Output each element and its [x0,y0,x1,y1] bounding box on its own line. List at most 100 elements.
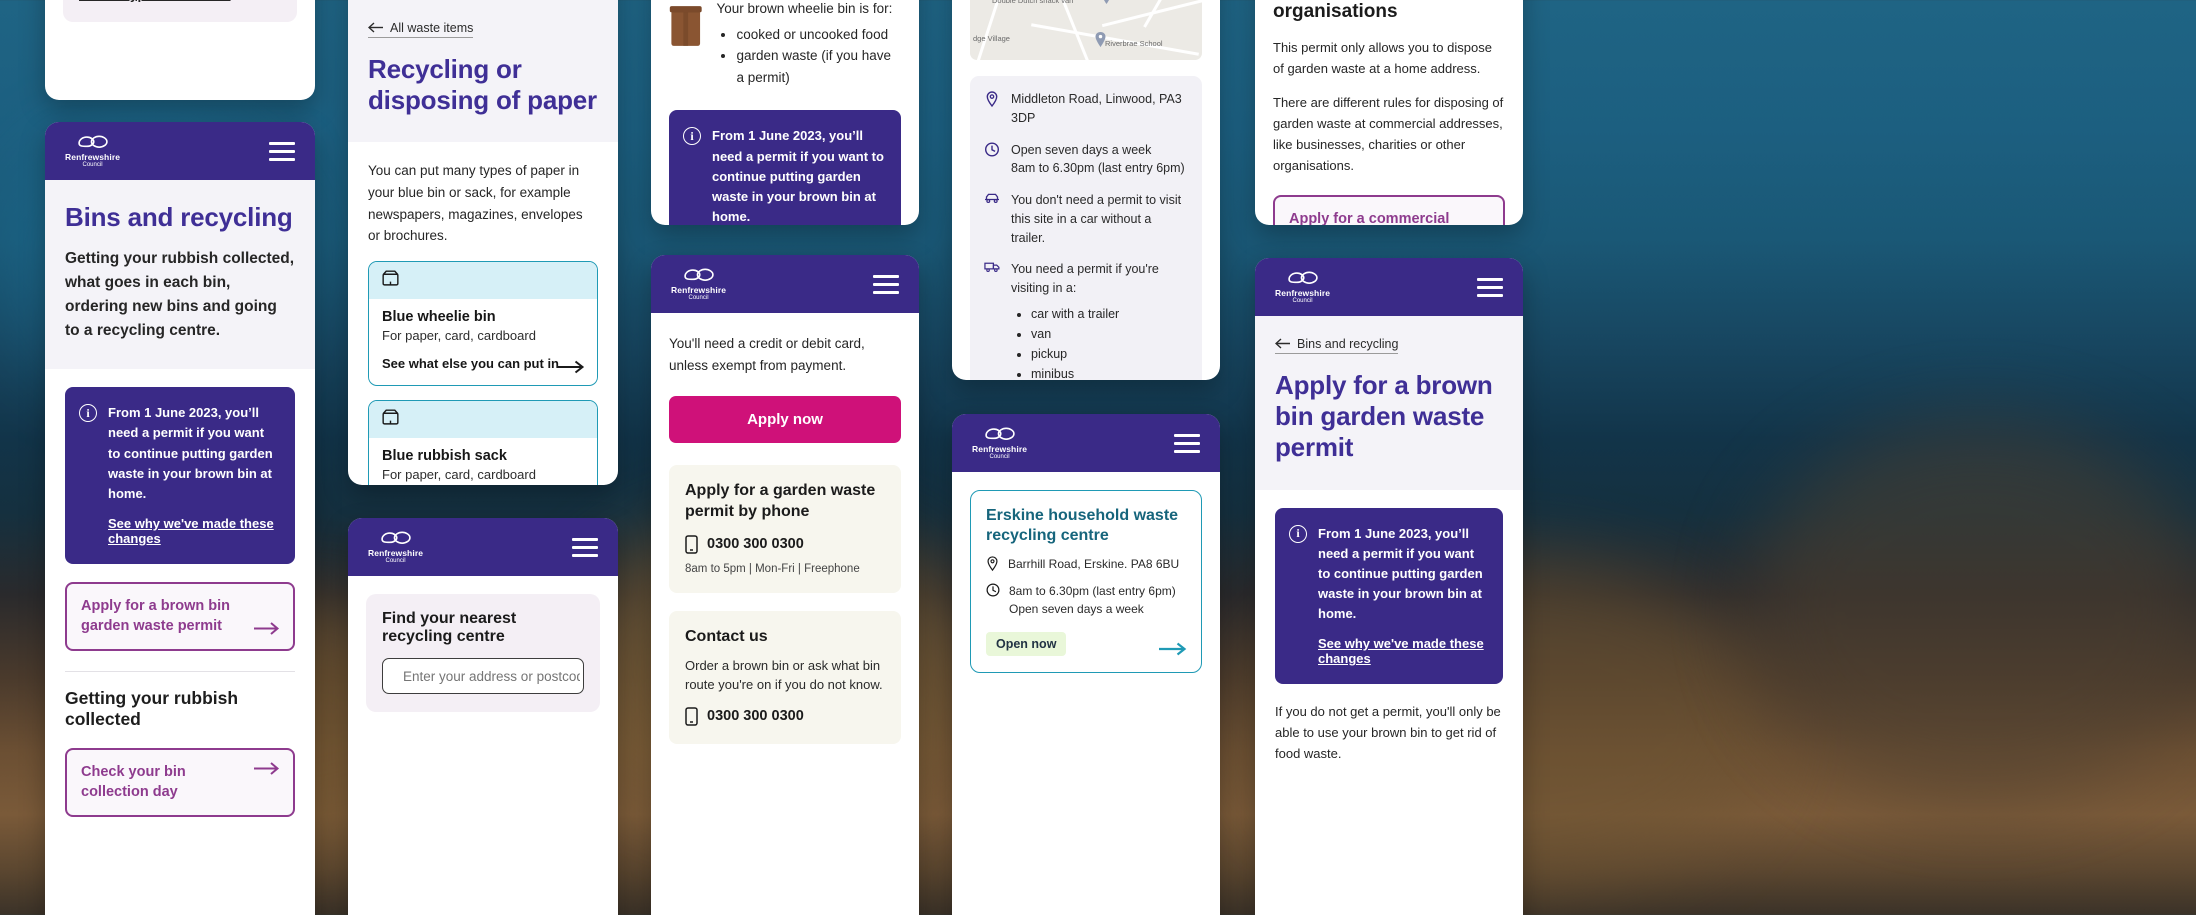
see-all-rubbish-link[interactable]: See all types of rubbish [79,0,231,2]
brown-bin-card: Your brown wheelie bin is for: cooked or… [651,0,919,225]
detail-row-address: Middleton Road, Linwood, PA3 3DP [984,90,1188,128]
logo-line-1: Renfrewshire [671,284,727,295]
payment-text: You'll need a credit or debit card, unle… [669,336,865,373]
page-lede: Getting your rubbish collected, what goe… [65,250,295,340]
site-header: Renfrewshire Council [45,122,315,180]
centre-finder-search-box[interactable] [382,658,584,694]
arrow-right-icon [254,762,280,775]
info-icon [683,127,701,146]
arrow-right-icon [254,622,280,635]
bin-icon-cap [369,261,597,299]
map-label: Riverbrae School [1105,39,1163,48]
menu-button[interactable] [572,537,598,557]
commercial-permit-card: organisations This permit only allows yo… [1255,0,1523,225]
phone-icon [685,706,698,726]
clock-icon [986,583,1000,597]
back-link-label: All waste items [390,20,474,35]
permit-notice-link[interactable]: See why we've made these changes [108,516,279,546]
bin-option-desc: For paper, card, cardboard [382,327,536,343]
divider [65,671,295,673]
menu-button[interactable] [269,141,295,161]
logo-line-2: Council [82,162,103,169]
council-logo: Renfrewshire Council [972,426,1028,460]
page-title: Bins and recycling [65,202,293,232]
bins-and-recycling-back-link[interactable]: Bins and recycling [1275,337,1399,354]
menu-button[interactable] [1477,277,1503,297]
centre-finder-title: Find your nearest recycling centre [382,610,517,645]
brown-bin-intro: Your brown wheelie bin is for: [716,1,893,16]
all-waste-items-back-link[interactable]: All waste items [368,20,474,38]
bin-option-name: Blue wheelie bin [382,308,496,325]
site-header: Renfrewshire Council [348,518,618,576]
map-pin-icon [1103,0,1110,4]
apply-brown-body: From 1 June 2023, you’ll need a permit i… [1255,490,1523,785]
phone-number: 0300 300 0300 [707,536,804,553]
menu-button[interactable] [1174,433,1200,453]
apply-commercial-permit-label: Apply for a commercial garden waste perm… [1289,210,1450,225]
bin-option-blue-sack[interactable]: Blue rubbish sack For paper, card, cardb… [368,399,598,485]
permit-vehicle-list: car with a trailer van pickup minibus [1031,304,1188,380]
logo-line-1: Renfrewshire [368,547,424,558]
permit-notice-text: From 1 June 2023, you’ll need a permit i… [108,405,273,501]
commercial-p1: This permit only allows you to dispose o… [1273,39,1492,76]
site-header: Renfrewshire Council [952,414,1220,472]
commercial-heading: organisations [1273,1,1398,22]
bin-icon [382,409,399,425]
council-logo: Renfrewshire Council [1275,270,1330,304]
car-icon [985,193,999,203]
site-map[interactable]: Double Dutch snack van dge Village River… [970,0,1202,60]
erskine-centre-card: Renfrewshire Council Erskine household w… [952,414,1220,915]
apply-commercial-permit-button[interactable]: Apply for a commercial garden waste perm… [1273,194,1505,225]
check-collection-day-button[interactable]: Check your bin collection day [65,748,295,818]
waste-search-card: See all types of rubbish [45,0,315,100]
centre-finder-input[interactable] [403,668,580,684]
bins-hero: Bins and recycling Getting your rubbish … [45,180,315,370]
permit-notice-link[interactable]: See why we've made these changes [1318,636,1487,666]
bg-blur-4 [1750,420,2196,800]
site-header: Renfrewshire Council [651,255,919,313]
bin-option-cta: See what else you can put in [382,355,559,371]
map-pin-icon [986,91,998,108]
contact-us-box: Contact us Order a brown bin or ask what… [669,610,901,744]
detail-row-hours: Open seven days a week 8am to 6.30pm (la… [984,141,1188,179]
bin-option-desc: For paper, card, cardboard [382,466,536,482]
arrow-left-icon [1275,338,1290,349]
detail-hours: Open seven days a week 8am to 6.30pm (la… [1011,142,1185,176]
apply-payment-card: Renfrewshire Council You'll need a credi… [651,255,919,915]
map-pin-icon [1095,32,1106,47]
list-item: cooked or uncooked food [736,24,901,46]
bin-option-blue-wheelie[interactable]: Blue wheelie bin For paper, card, cardbo… [368,260,598,386]
permit-notice: From 1 June 2023, you’ll need a permit i… [1275,507,1503,685]
detail-address: Middleton Road, Linwood, PA3 3DP [1011,92,1182,125]
list-item: car with a trailer [1031,304,1188,324]
site-details-card: Double Dutch snack van dge Village River… [952,0,1220,380]
phone-apply-box: Apply for a garden waste permit by phone… [669,465,901,593]
erskine-card-inner[interactable]: Erskine household waste recycling centre… [970,490,1202,674]
phone-row[interactable]: 0300 300 0300 [685,706,885,726]
menu-button[interactable] [873,274,899,294]
erskine-hours-row: 8am to 6.30pm (last entry 6pm) Open seve… [986,583,1186,618]
apply-now-label: Apply now [747,411,823,429]
detail-row-car: You don't need a permit to visit this si… [984,191,1188,247]
bin-icon-cap [369,400,597,438]
logo-line-2: Council [688,295,709,302]
detail-row-permit-vehicles: You need a permit if you're visiting in … [984,260,1188,380]
phone-number: 0300 300 0300 [707,708,804,725]
clock-icon [984,141,1000,157]
erskine-title: Erskine household waste recycling centre [986,507,1179,544]
phone-hours: 8am to 5pm | Mon-Fri | Freephone [685,562,860,575]
apply-brown-bin-permit-button[interactable]: Apply for a brown bin garden waste permi… [65,581,295,652]
arrow-left-icon [368,22,383,33]
apply-brown-footer-text: If you do not get a permit, you'll only … [1275,704,1501,761]
logo-line-1: Renfrewshire [972,443,1028,454]
list-item: garden waste (if you have a permit) [736,45,901,88]
council-logo-icon [1287,271,1318,284]
search-card-inner: See all types of rubbish [63,0,297,22]
phone-icon [685,535,698,554]
phone-row[interactable]: 0300 300 0300 [685,535,885,554]
contact-us-title: Contact us [685,627,768,645]
apply-now-button[interactable]: Apply now [669,396,901,444]
erskine-address-row: Barrhill Road, Erskine. PA8 6BU [986,556,1186,573]
council-logo-icon [984,427,1015,440]
paper-hero: All waste items Recycling or disposing o… [348,0,618,143]
